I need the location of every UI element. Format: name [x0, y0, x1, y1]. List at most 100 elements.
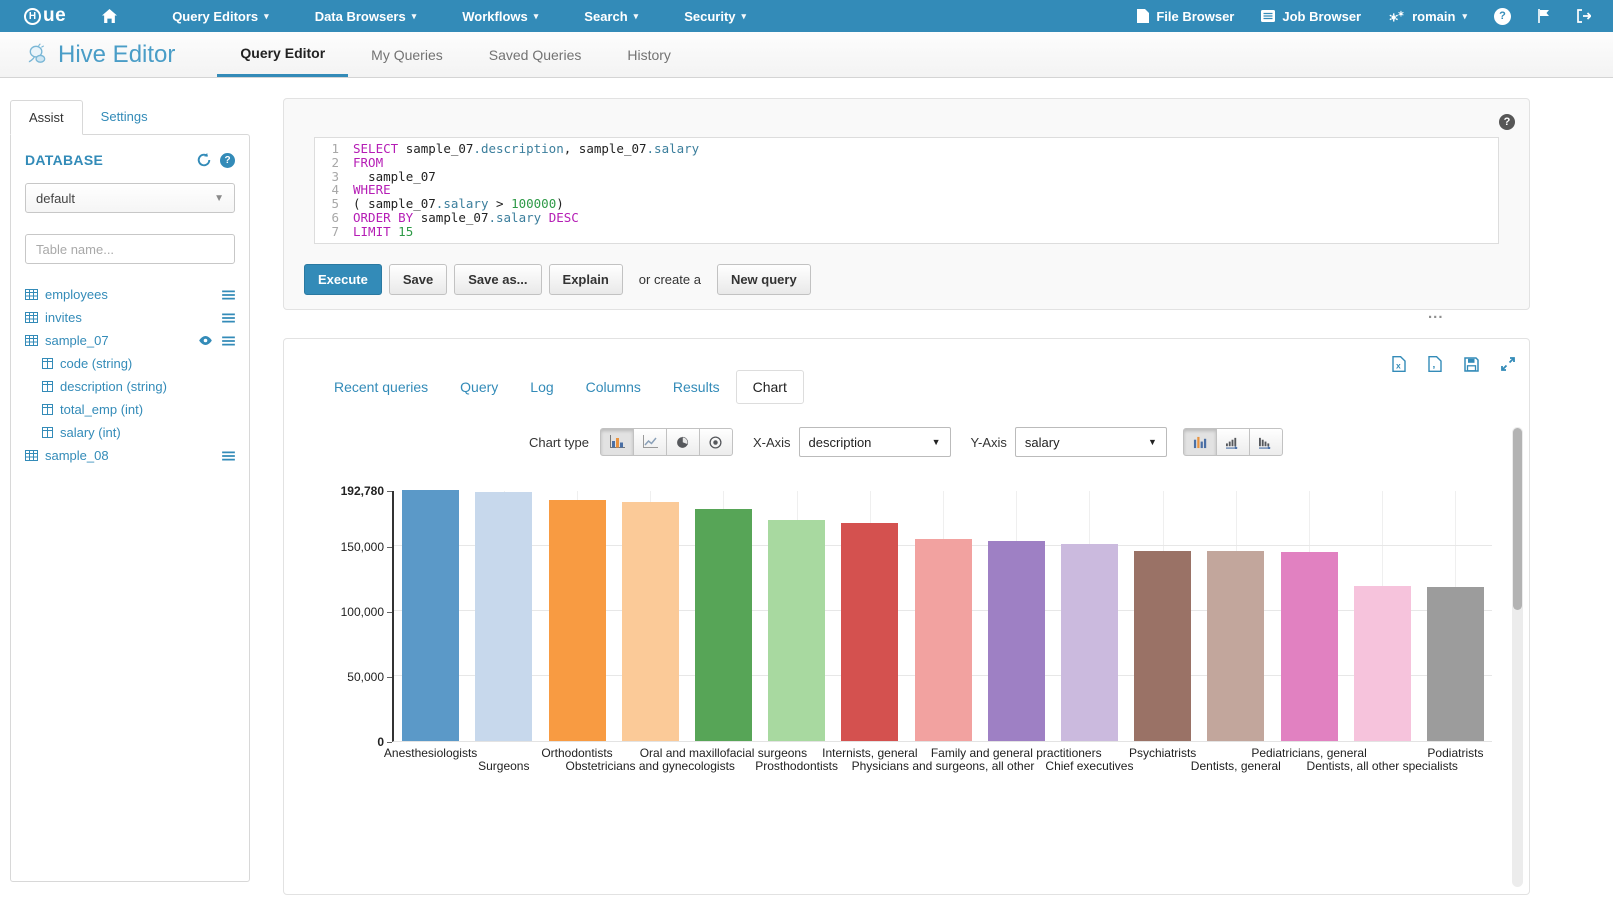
tab-columns[interactable]: Columns	[570, 371, 657, 403]
table-row-sample-08[interactable]: sample_08	[25, 444, 235, 467]
table-filter-input[interactable]	[25, 234, 235, 264]
topnav-query-editors[interactable]: Query Editors ▾	[149, 0, 292, 32]
tab-settings[interactable]: Settings	[83, 100, 166, 134]
tab-history[interactable]: History	[604, 32, 694, 77]
tab-my-queries[interactable]: My Queries	[348, 32, 466, 77]
bar-2[interactable]	[475, 492, 532, 741]
table-list: employees invites sample_07 code (string…	[25, 283, 235, 467]
topnav-workflows[interactable]: Workflows ▾	[439, 0, 561, 32]
refresh-icon[interactable]	[197, 153, 211, 167]
table-menu-icon[interactable]	[222, 336, 235, 346]
export-csv-icon[interactable]: ,	[1428, 356, 1442, 372]
bar-3[interactable]	[549, 500, 606, 741]
save-button[interactable]: Save	[389, 264, 447, 295]
execute-button[interactable]: Execute	[304, 264, 382, 295]
bar-slot: Chief executives	[1053, 491, 1126, 741]
bar-slot: Pediatricians, general	[1272, 491, 1345, 741]
bar-12[interactable]	[1207, 551, 1264, 741]
sort-ascending-button[interactable]	[1216, 428, 1250, 456]
sort-descending-button[interactable]	[1249, 428, 1283, 456]
home-icon[interactable]	[102, 9, 117, 23]
bar-slot: Obstetricians and gynecologists	[614, 491, 687, 741]
table-menu-icon[interactable]	[222, 313, 235, 323]
topnav-search[interactable]: Search ▾	[561, 0, 661, 32]
job-browser-link[interactable]: Job Browser	[1261, 9, 1361, 24]
tab-query[interactable]: Query	[444, 371, 514, 403]
database-select[interactable]: default ▼	[25, 183, 235, 213]
hue-logo[interactable]: H ue	[24, 5, 66, 27]
sql-editor[interactable]: 1234567 SELECT sample_07.description, sa…	[314, 137, 1499, 244]
topnav-data-browsers[interactable]: Data Browsers ▾	[292, 0, 440, 32]
column-row-salary[interactable]: salary (int)	[25, 421, 235, 444]
line-number: 3	[315, 170, 339, 184]
save-results-icon[interactable]	[1464, 357, 1479, 372]
tab-query-editor[interactable]: Query Editor	[217, 32, 348, 77]
table-row-employees[interactable]: employees	[25, 283, 235, 306]
topnav-security[interactable]: Security ▾	[661, 0, 769, 32]
sql-token: DESC	[549, 210, 579, 225]
app-title[interactable]: Hive Editor	[26, 32, 175, 77]
hue-logo-text: ue	[43, 5, 66, 27]
scrollbar-thumb[interactable]	[1513, 428, 1522, 610]
table-row-invites[interactable]: invites	[25, 306, 235, 329]
bar-14[interactable]	[1354, 586, 1411, 741]
bar-1[interactable]	[402, 490, 459, 741]
tab-assist[interactable]: Assist	[10, 100, 83, 135]
table-row-sample-07[interactable]: sample_07	[25, 329, 235, 352]
bar-8[interactable]	[915, 539, 972, 741]
column-row-total-emp[interactable]: total_emp (int)	[25, 398, 235, 421]
bar-11[interactable]	[1134, 551, 1191, 741]
app-tabs: Query Editor My Queries Saved Queries Hi…	[217, 32, 694, 77]
tab-recent-queries[interactable]: Recent queries	[318, 371, 444, 403]
chevron-down-icon: ▾	[1462, 12, 1467, 21]
sql-token	[541, 210, 549, 225]
help-icon[interactable]: ?	[1494, 8, 1511, 25]
chart-type-pie-button[interactable]	[666, 428, 700, 456]
table-menu-icon[interactable]	[222, 290, 235, 300]
explain-button[interactable]: Explain	[549, 264, 623, 295]
help-icon[interactable]: ?	[1499, 114, 1515, 130]
vertical-scrollbar[interactable]	[1512, 427, 1523, 887]
expand-icon[interactable]	[1501, 357, 1515, 371]
bar-7[interactable]	[841, 523, 898, 741]
table-menu-icon[interactable]	[222, 451, 235, 461]
sql-token: .salary	[488, 210, 541, 225]
tab-log[interactable]: Log	[514, 371, 569, 403]
flag-icon[interactable]	[1538, 9, 1550, 23]
sql-token: )	[556, 196, 564, 211]
column-row-description[interactable]: description (string)	[25, 375, 235, 398]
database-select-value: default	[36, 191, 75, 206]
chart-type-map-button[interactable]	[699, 428, 733, 456]
file-browser-link[interactable]: File Browser	[1137, 9, 1234, 24]
tab-saved-queries[interactable]: Saved Queries	[466, 32, 605, 77]
column-row-code[interactable]: code (string)	[25, 352, 235, 375]
bar-4[interactable]	[622, 502, 679, 741]
database-heading: DATABASE	[25, 152, 103, 168]
export-excel-icon[interactable]: x	[1392, 356, 1406, 372]
bar-6[interactable]	[768, 520, 825, 741]
bar-slot: Physicians and surgeons, all other	[906, 491, 979, 741]
x-axis-label: Pediatricians, general	[1251, 746, 1366, 760]
user-menu[interactable]: romain ▾	[1388, 9, 1467, 24]
bar-13[interactable]	[1281, 552, 1338, 741]
tab-chart[interactable]: Chart	[736, 370, 804, 404]
bar-5[interactable]	[695, 509, 752, 741]
chart-type-line-button[interactable]	[633, 428, 667, 456]
bar-15[interactable]	[1427, 587, 1484, 741]
line-number: 7	[315, 225, 339, 239]
panel-resize-handle[interactable]: ...	[1428, 309, 1444, 319]
tab-results[interactable]: Results	[657, 371, 736, 403]
new-query-button[interactable]: New query	[717, 264, 811, 295]
x-axis-select[interactable]: description ▼	[799, 427, 951, 457]
app-title-text: Hive Editor	[58, 41, 175, 69]
chart-type-bars-button[interactable]	[600, 428, 634, 456]
help-icon[interactable]: ?	[220, 153, 235, 168]
sort-none-button[interactable]	[1183, 428, 1217, 456]
y-axis-select[interactable]: salary ▼	[1015, 427, 1167, 457]
sign-out-icon[interactable]	[1577, 9, 1591, 23]
eye-icon[interactable]	[198, 336, 213, 345]
bar-9[interactable]	[988, 541, 1045, 741]
bar-10[interactable]	[1061, 544, 1118, 741]
save-as-button[interactable]: Save as...	[454, 264, 541, 295]
column-name: total_emp (int)	[60, 402, 143, 417]
